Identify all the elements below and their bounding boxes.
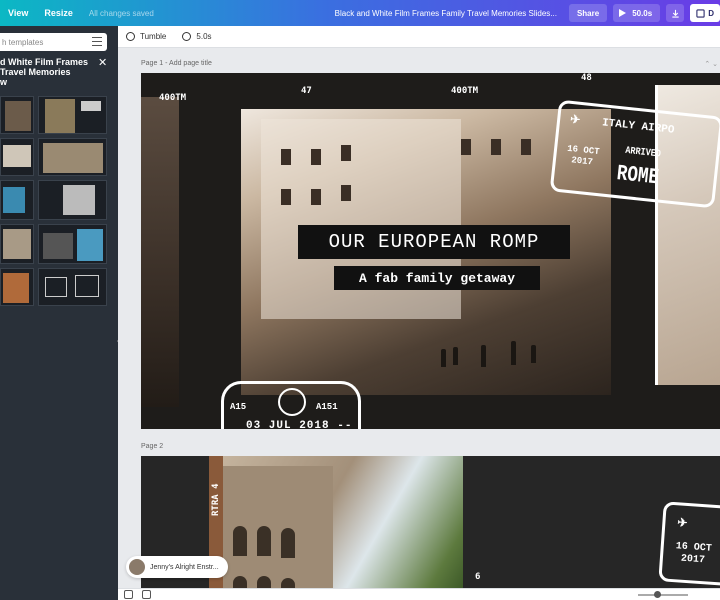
page1-title[interactable]: Page 1 - Add page title: [141, 60, 212, 67]
slide-1[interactable]: 400TM 47 400TM 48 OUR EUROPEAN ROMP A fa…: [141, 73, 720, 429]
editor-canvas-area: Tumble 5.0s Page 1 - Add page title ⌃ ⌄: [118, 26, 720, 600]
window: [521, 139, 531, 155]
arch: [257, 526, 271, 556]
bottom-bar: [118, 588, 720, 600]
arch: [233, 526, 247, 556]
templates-panel: h templates d White Film Frames Travel M…: [0, 26, 124, 600]
timer-icon: [182, 32, 192, 41]
duration-button[interactable]: 5.0s: [182, 32, 212, 41]
template-thumb-10[interactable]: [38, 268, 107, 306]
colosseum-wall: [223, 466, 333, 600]
stamp-airport: ITALY AIRPO: [601, 117, 675, 137]
collaborator-pill[interactable]: Jenny's Alright Enstr...: [126, 556, 228, 578]
stamp-date: 16 OCT 2017: [565, 144, 600, 169]
film-frame-left: [141, 97, 179, 407]
zoom-slider[interactable]: [638, 594, 688, 596]
download-icon: [672, 9, 679, 18]
template-title-line1: d White Film Frames: [0, 57, 89, 67]
stamp-status: ARRIVED: [624, 145, 662, 161]
editor-toolbar: Tumble 5.0s: [118, 26, 720, 48]
animation-button[interactable]: Tumble: [126, 32, 166, 41]
document-title[interactable]: Black and White Film Frames Family Trave…: [335, 9, 557, 18]
resize-menu[interactable]: Resize: [36, 8, 81, 18]
window: [491, 139, 501, 155]
slide-2[interactable]: RTRA 4 6 ✈ 16 OCT 2017: [141, 456, 720, 600]
more-label: D: [708, 8, 714, 18]
play-icon: [619, 9, 627, 17]
animation-icon: [126, 32, 135, 41]
film-number-1: 400TM: [159, 93, 187, 103]
film-side-text: RTRA 4: [211, 483, 221, 516]
window: [341, 145, 351, 161]
film-number: 6: [475, 572, 481, 582]
stamp-city: ROME: [615, 161, 661, 191]
stamp-date: 16 OCT 2017: [674, 541, 712, 567]
template-thumb-5[interactable]: [0, 180, 34, 220]
page-controls[interactable]: ⌃ ⌄: [704, 60, 718, 68]
slide-subheading[interactable]: A fab family getaway: [334, 266, 540, 290]
stamp2-date: 03 JUL 2018 ---: [246, 420, 353, 429]
publish-icon: [696, 8, 705, 18]
share-button[interactable]: Share: [568, 4, 608, 22]
present-button[interactable]: 50.0s: [613, 4, 661, 22]
page2-title[interactable]: Page 2: [141, 443, 163, 450]
window: [461, 139, 471, 155]
template-title: d White Film Frames Travel Memories w: [0, 57, 100, 87]
animation-label: Tumble: [140, 32, 167, 41]
template-title-line2: Travel Memories: [0, 67, 71, 77]
save-status: All changes saved: [88, 8, 154, 18]
airplane-icon: ✈: [676, 516, 688, 531]
duration-label: 5.0s: [196, 32, 212, 41]
passport-stamp-bottom[interactable]: A15 A151 03 JUL 2018 ---: [221, 381, 361, 429]
stamp2-code-left: A15: [230, 402, 247, 412]
stamp-emblem-icon: [278, 388, 306, 416]
share-label: Share: [576, 8, 600, 18]
template-thumb-2[interactable]: [38, 96, 107, 134]
arch: [281, 528, 295, 558]
person: [453, 347, 458, 365]
template-thumb-4[interactable]: [38, 138, 107, 176]
template-thumb-3[interactable]: [0, 138, 34, 176]
author-name: Jenny's Alright Enstr...: [150, 563, 219, 571]
film-strip-edge: [209, 456, 223, 600]
close-icon[interactable]: ✕: [98, 56, 107, 69]
person: [481, 345, 486, 367]
passport-stamp-slide2[interactable]: ✈ 16 OCT 2017: [658, 501, 720, 587]
airplane-icon: ✈: [569, 112, 581, 128]
window: [311, 149, 321, 165]
avatar: [129, 559, 145, 575]
view-menu[interactable]: View: [0, 8, 36, 18]
zoom-slider-handle[interactable]: [654, 591, 661, 598]
template-thumb-9[interactable]: [0, 268, 34, 306]
person: [511, 341, 516, 365]
window: [341, 185, 351, 201]
template-thumb-7[interactable]: [0, 224, 34, 264]
slide-heading[interactable]: OUR EUROPEAN ROMP: [298, 225, 570, 259]
play-duration: 50.0s: [632, 8, 653, 18]
download-button[interactable]: [666, 4, 685, 22]
grid-view-icon[interactable]: [124, 590, 133, 599]
passport-stamp-rome[interactable]: ✈ ITALY AIRPO 16 OCT 2017 ARRIVED ROME: [549, 99, 720, 209]
window: [311, 189, 321, 205]
template-title-line3: w: [0, 77, 8, 87]
film-number-4: 48: [581, 73, 592, 83]
window: [281, 149, 291, 165]
template-thumb-8[interactable]: [38, 224, 107, 264]
filter-icon[interactable]: [92, 37, 102, 47]
person: [531, 345, 536, 363]
stamp2-code-right: A151: [316, 402, 338, 412]
film-number-2: 47: [301, 86, 312, 96]
template-thumb-6[interactable]: [38, 180, 107, 220]
person: [441, 349, 446, 367]
notes-icon[interactable]: [142, 590, 151, 599]
window: [281, 189, 291, 205]
template-thumb-1[interactable]: [0, 96, 34, 134]
film-number-3: 400TM: [451, 86, 479, 96]
template-search[interactable]: h templates: [0, 33, 107, 51]
search-input[interactable]: h templates: [2, 38, 43, 47]
top-bar: View Resize All changes saved Black and …: [0, 0, 720, 26]
more-button[interactable]: D: [690, 4, 720, 22]
